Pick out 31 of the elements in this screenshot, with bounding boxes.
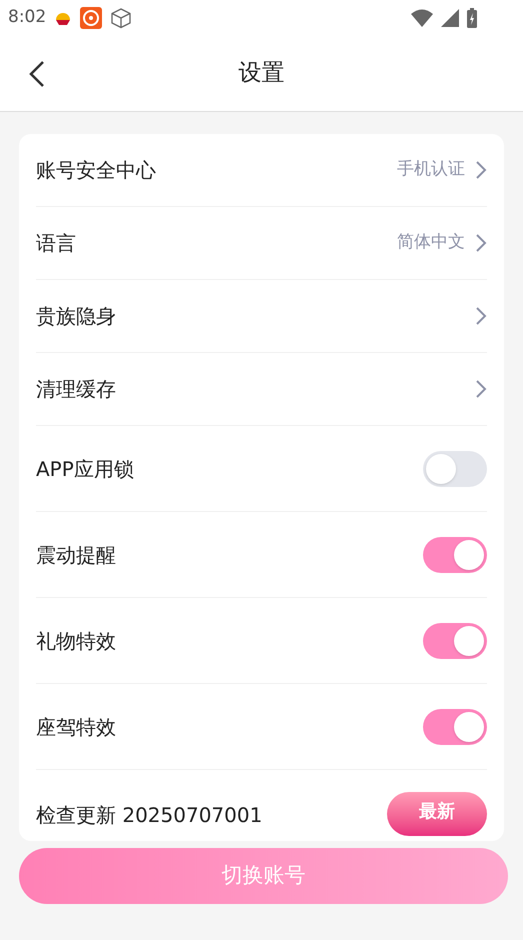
page-title: 设置: [238, 59, 284, 88]
switch-account-button[interactable]: 切换账号: [19, 848, 508, 904]
setting-label: 贵族隐身: [36, 303, 116, 330]
chevron-right-icon: [475, 160, 487, 180]
chevron-right-icon: [475, 379, 487, 399]
signal-icon: [441, 9, 459, 27]
setting-link[interactable]: 简体中文: [397, 230, 487, 256]
chevron-right-icon: [475, 306, 487, 326]
setting-label: APP应用锁: [36, 456, 134, 482]
setting-label: 震动提醒: [36, 542, 116, 568]
setting-label: 清理缓存: [36, 376, 116, 403]
setting-label: 账号安全中心: [36, 157, 156, 184]
toggle-switch[interactable]: [423, 450, 487, 486]
wifi-icon: [411, 9, 433, 27]
setting-link[interactable]: [475, 306, 487, 326]
cube-icon: [110, 7, 132, 29]
setting-link[interactable]: 手机认证: [397, 157, 487, 183]
setting-label: 检查更新 20250707001: [36, 802, 262, 829]
setting-label: 语言: [36, 230, 76, 257]
toggle-switch[interactable]: [423, 536, 487, 572]
battery-icon: [467, 8, 477, 28]
latest-badge: 最新: [387, 792, 487, 836]
status-time: 8:02: [8, 6, 46, 30]
back-icon[interactable]: [28, 60, 46, 88]
setting-label: 座驾特效: [36, 714, 116, 740]
toggle-switch[interactable]: [423, 622, 487, 658]
setting-label: 礼物特效: [36, 628, 116, 654]
toggle-switch[interactable]: [423, 708, 487, 744]
setting-link[interactable]: [475, 379, 487, 399]
chevron-right-icon: [475, 233, 487, 253]
app-icon: [54, 10, 72, 26]
